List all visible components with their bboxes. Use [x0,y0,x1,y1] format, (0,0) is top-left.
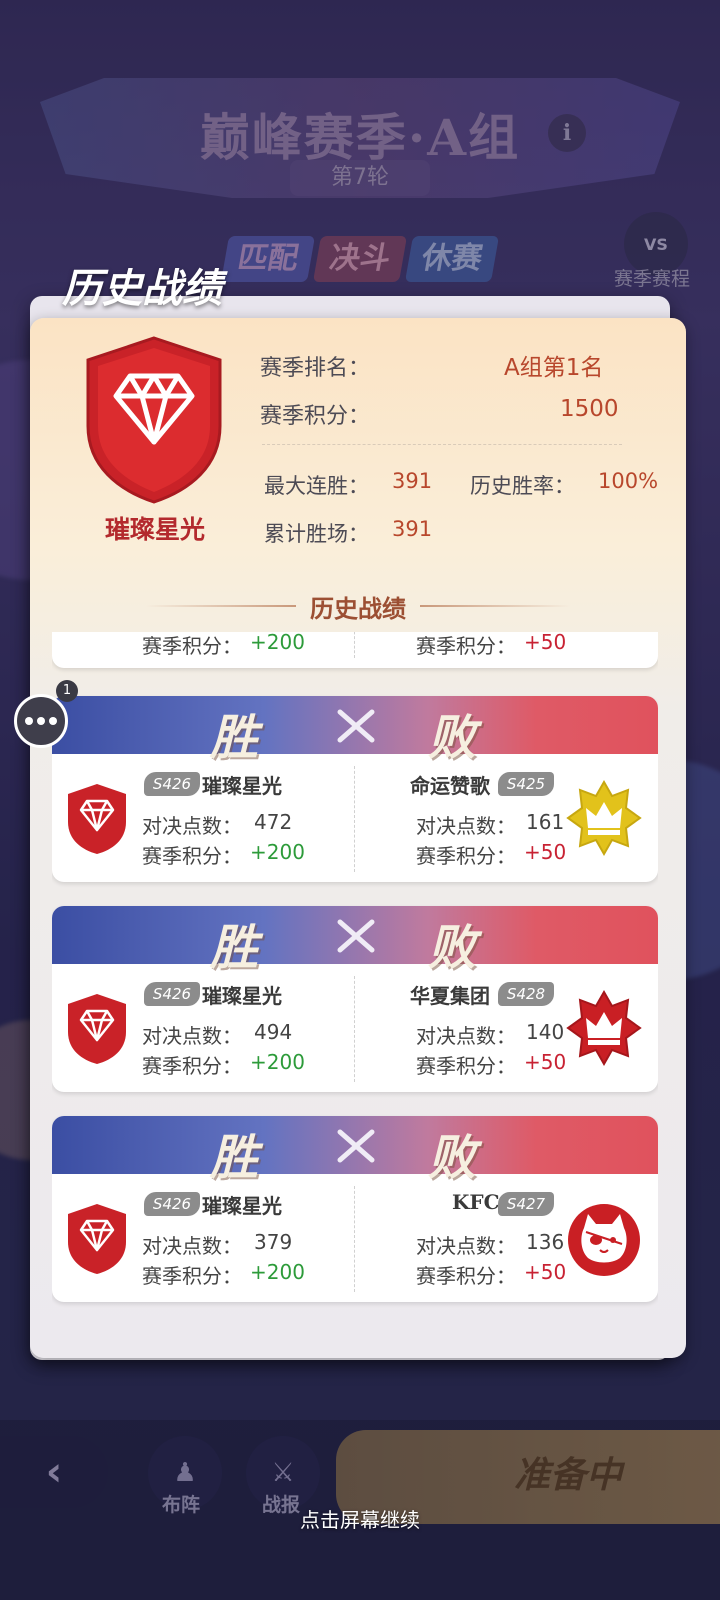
crossed-swords-icon [337,919,375,953]
lose-label: 败 [428,920,477,976]
record-list[interactable]: 赛季积分： +200 赛季积分： +50 胜 败 S426 璀璨星光 对决点数：… [52,632,658,1322]
chat-button[interactable] [14,694,68,748]
season-points-value: +200 [250,840,305,864]
team-name: 璀璨星光 [104,515,205,544]
duel-points-label: 对决点数： [142,1234,242,1258]
diamond-shield-icon [86,336,222,504]
season-points-label: 赛季积分： [416,1054,516,1078]
heading-ornament-right [420,605,570,607]
card-divider [354,632,355,658]
chat-dot [49,717,57,725]
win-label: 胜 [210,1130,259,1186]
stats-divider [262,444,622,445]
dialog-title: 历史战绩 [62,265,222,312]
heading-ornament-left [146,605,296,607]
right-season-value: +50 [524,632,567,654]
duel-points-value: 472 [254,810,293,834]
season-tag: S426 [144,772,200,796]
crossed-swords-icon [337,709,375,743]
season-points-label: 赛季积分： [142,844,242,868]
total-wins-value: 391 [392,517,433,541]
season-points-value: +50 [524,1260,567,1284]
season-tag: S426 [144,1192,200,1216]
left-season-label: 赛季积分： [142,634,242,658]
history-dialog: 璀璨星光 赛季排名： A组第1名 赛季积分： 1500 最大连胜： 391 历史… [30,318,686,1358]
history-heading: 历史战绩 [30,586,686,626]
lose-label: 败 [428,710,477,766]
result-header: 胜 败 [52,1116,658,1186]
result-header: 胜 败 [52,696,658,766]
season-tag: S427 [498,1192,554,1216]
tap-to-continue-hint[interactable]: 点击屏幕继续 [0,1504,720,1533]
gold-crown-star-icon [566,780,642,856]
season-points-label: 赛季积分： [416,844,516,868]
left-season-value: +200 [250,632,305,654]
chat-unread-badge: 1 [56,680,78,702]
season-tag: S428 [498,982,554,1006]
card-divider [354,1186,355,1292]
season-points-value: +50 [524,840,567,864]
history-heading-text: 历史战绩 [310,593,406,623]
duel-points-value: 136 [526,1230,565,1254]
season-points-value: 1500 [560,396,619,422]
opponent-name: KFC [452,1190,500,1214]
player-name: 璀璨星光 [202,984,282,1008]
right-season-label: 赛季积分： [416,634,516,658]
total-wins-label: 累计胜场： [264,522,369,546]
season-rank-label: 赛季排名： [260,356,371,381]
win-rate-value: 100% [598,469,659,493]
win-rate-label: 历史胜率： [470,474,575,498]
season-points-value: +200 [250,1260,305,1284]
season-tag: S426 [144,982,200,1006]
season-tag: S425 [498,772,554,796]
duel-points-value: 140 [526,1020,565,1044]
lose-label: 败 [428,1130,477,1186]
record-card[interactable]: 胜 败 S426 璀璨星光 对决点数： 494 赛季积分： +200 华夏集团 … [52,906,658,1092]
season-points-label: 赛季积分： [260,404,371,429]
opponent-name: 命运赞歌 [410,774,490,798]
duel-points-label: 对决点数： [416,814,516,838]
diamond-shield-icon [68,994,126,1064]
card-divider [354,766,355,872]
chat-dot [37,717,45,725]
player-name: 璀璨星光 [202,1194,282,1218]
season-points-label: 赛季积分： [142,1054,242,1078]
duel-points-label: 对决点数： [416,1234,516,1258]
season-rank-value: A组第1名 [504,355,604,381]
win-label: 胜 [210,710,259,766]
duel-points-label: 对决点数： [142,1024,242,1048]
diamond-shield-icon [68,1204,126,1274]
record-card-partial: 赛季积分： +200 赛季积分： +50 [52,632,658,668]
opponent-name: 华夏集团 [410,984,490,1008]
pirate-cat-icon [568,1204,640,1276]
duel-points-value: 379 [254,1230,293,1254]
win-label: 胜 [210,920,259,976]
season-points-value: +200 [250,1050,305,1074]
crossed-swords-icon [337,1129,375,1163]
record-card[interactable]: 胜 败 S426 璀璨星光 对决点数： 472 赛季积分： +200 命运赞歌 … [52,696,658,882]
chat-dot [25,717,33,725]
card-divider [354,976,355,1082]
season-points-value: +50 [524,1050,567,1074]
season-points-label: 赛季积分： [142,1264,242,1288]
result-header: 胜 败 [52,906,658,976]
max-streak-value: 391 [392,469,433,493]
max-streak-label: 最大连胜： [264,474,369,498]
diamond-shield-icon [68,784,126,854]
duel-points-value: 494 [254,1020,293,1044]
record-card[interactable]: 胜 败 S426 璀璨星光 对决点数： 379 赛季积分： +200 KFC S… [52,1116,658,1302]
duel-points-value: 161 [526,810,565,834]
player-name: 璀璨星光 [202,774,282,798]
duel-points-label: 对决点数： [416,1024,516,1048]
season-points-label: 赛季积分： [416,1264,516,1288]
duel-points-label: 对决点数： [142,814,242,838]
red-crown-star-icon [566,990,642,1066]
